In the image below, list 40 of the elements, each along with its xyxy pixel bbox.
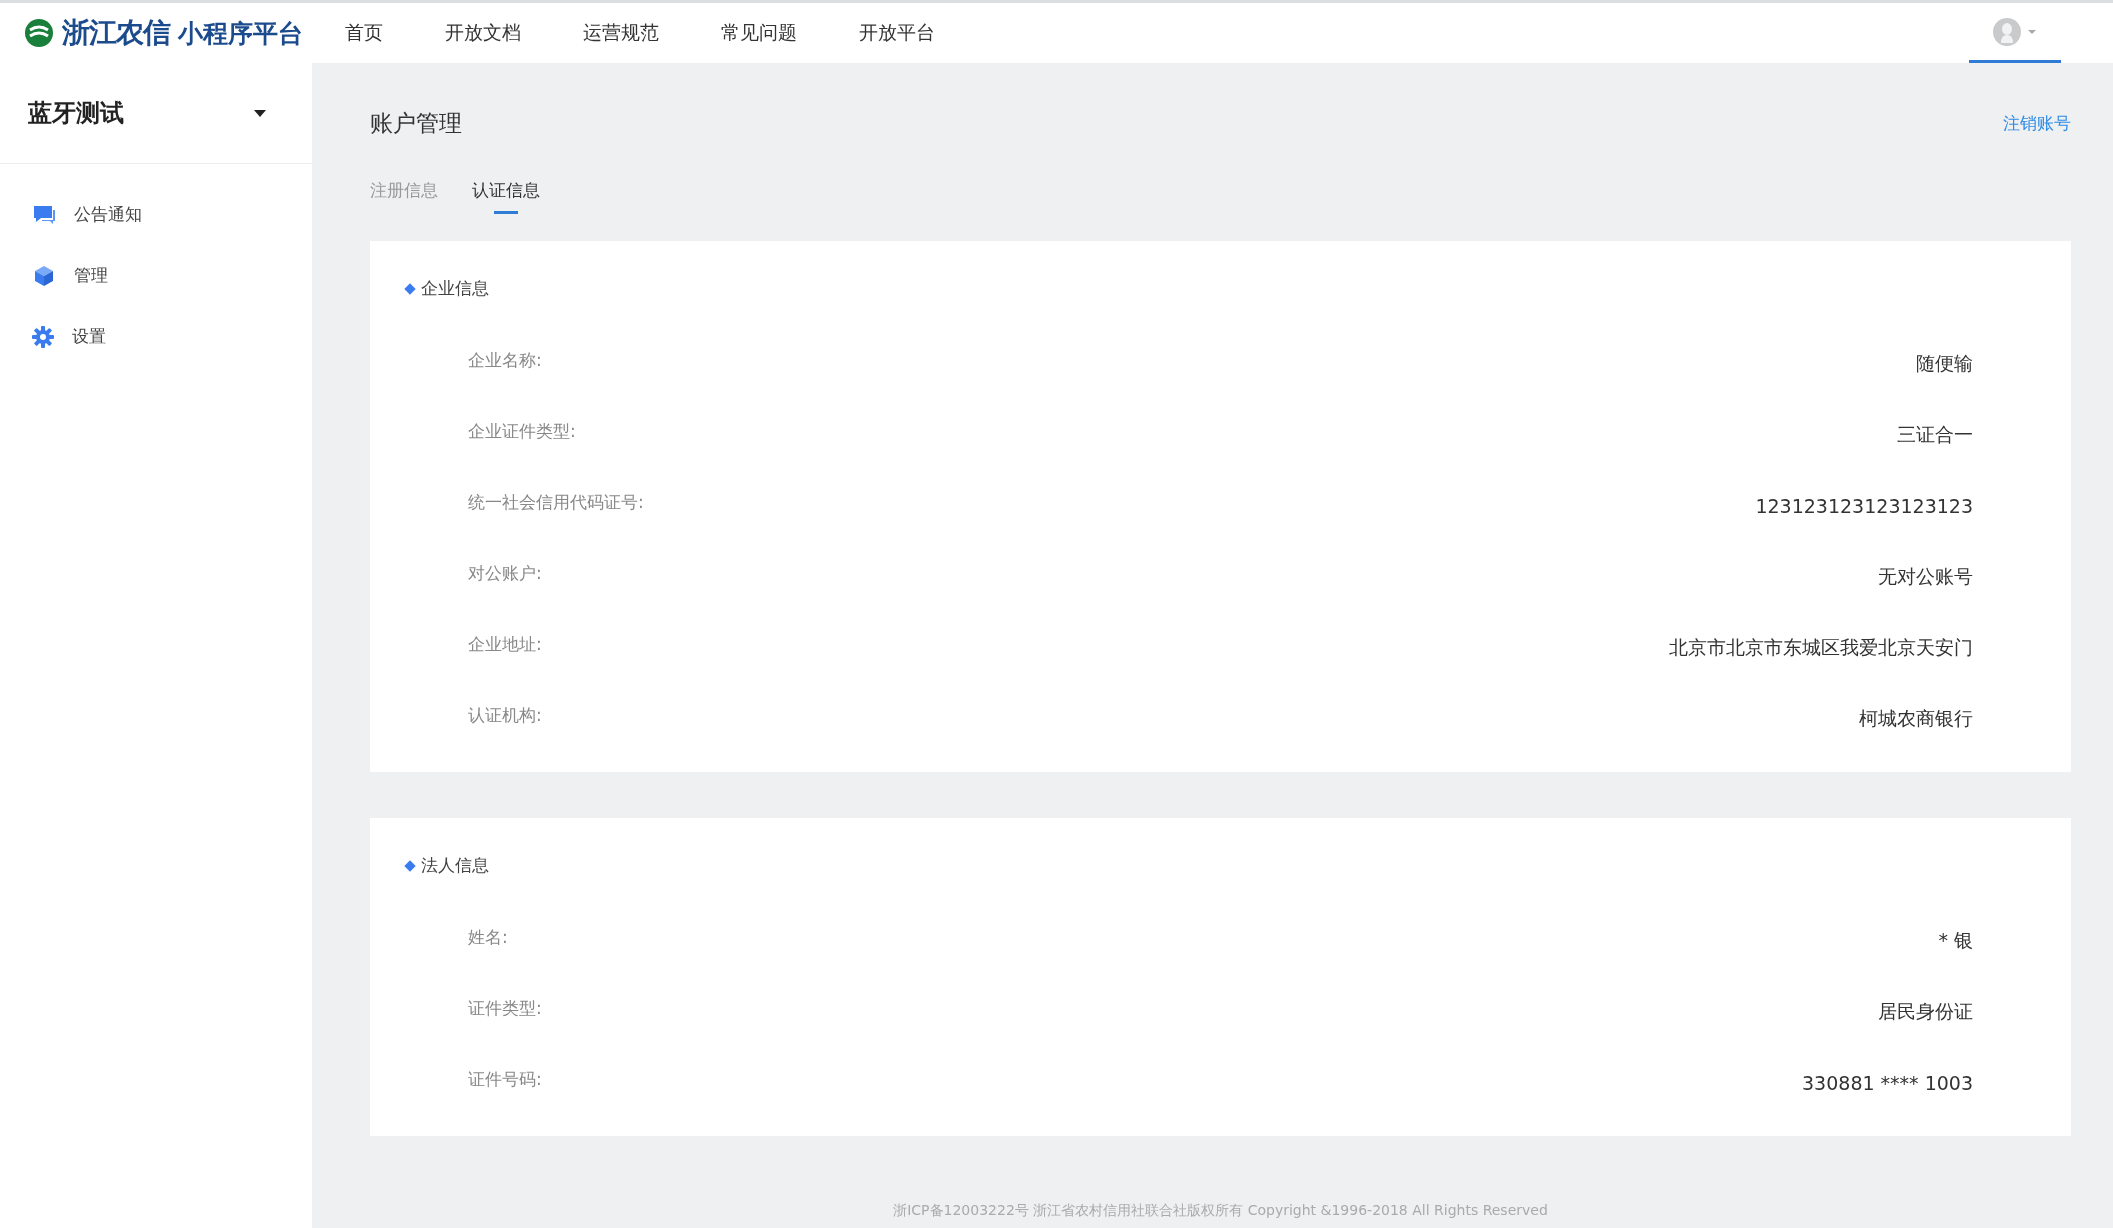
sidebar-item[interactable]: 设置: [0, 306, 312, 367]
field-label: 证件号码:: [468, 1068, 542, 1091]
caret-icon[interactable]: [254, 109, 266, 117]
footer-text: 浙ICP备12003222号 浙江省农村信用社联合社版权所有 Copyright &1996-2018 All Rights Reserved: [892, 1202, 1549, 1220]
field-label: 企业证件类型:: [468, 420, 576, 443]
section-title: 法人信息: [421, 854, 489, 877]
field-value: 三证合一: [1897, 421, 1973, 447]
nav-link[interactable]: 开放平台: [828, 20, 966, 46]
nav-link[interactable]: 开放文档: [414, 20, 552, 46]
brand-name: 浙江农信: [62, 15, 170, 51]
field-label: 证件类型:: [468, 997, 542, 1020]
field-value: 无对公账号: [1878, 563, 1973, 589]
nav-link[interactable]: 常见问题: [690, 20, 828, 46]
field-label: 对公账户:: [468, 562, 542, 585]
field-value: 随便输: [1916, 350, 1973, 376]
gear-icon: [32, 325, 54, 348]
logo-icon: [24, 18, 54, 48]
sidebar-item[interactable]: 公告通知: [0, 184, 312, 245]
avatar-icon: [1992, 16, 2038, 47]
field-label: 认证机构:: [468, 704, 542, 727]
field-value: 北京市北京市东城区我爱北京天安门: [1669, 634, 1973, 660]
field-label: 企业名称:: [468, 349, 542, 372]
field-value: 330881 **** 1003: [1802, 1071, 1973, 1094]
product-name: 小程序平台: [178, 17, 303, 50]
nav-link[interactable]: 首页: [314, 20, 414, 46]
field-value: 柯城农商银行: [1859, 705, 1973, 731]
chat-icon: [32, 203, 56, 226]
field-label: 企业地址:: [468, 633, 542, 656]
field-value: * 银: [1938, 927, 1973, 953]
cube-icon: [32, 263, 56, 288]
section-title: 企业信息: [421, 277, 489, 300]
sidebar-item[interactable]: 管理: [0, 245, 312, 306]
field-value: 123123123123123123: [1755, 494, 1973, 517]
nav-link[interactable]: 运营规范: [552, 20, 690, 46]
page-title: 账户管理: [370, 108, 462, 138]
field-label: 姓名:: [468, 926, 508, 949]
field-value: 居民身份证: [1878, 998, 1973, 1024]
field-label: 统一社会信用代码证号:: [468, 491, 644, 514]
tab[interactable]: 认证信息: [472, 179, 540, 214]
project-name: 蓝牙测试: [28, 98, 124, 129]
